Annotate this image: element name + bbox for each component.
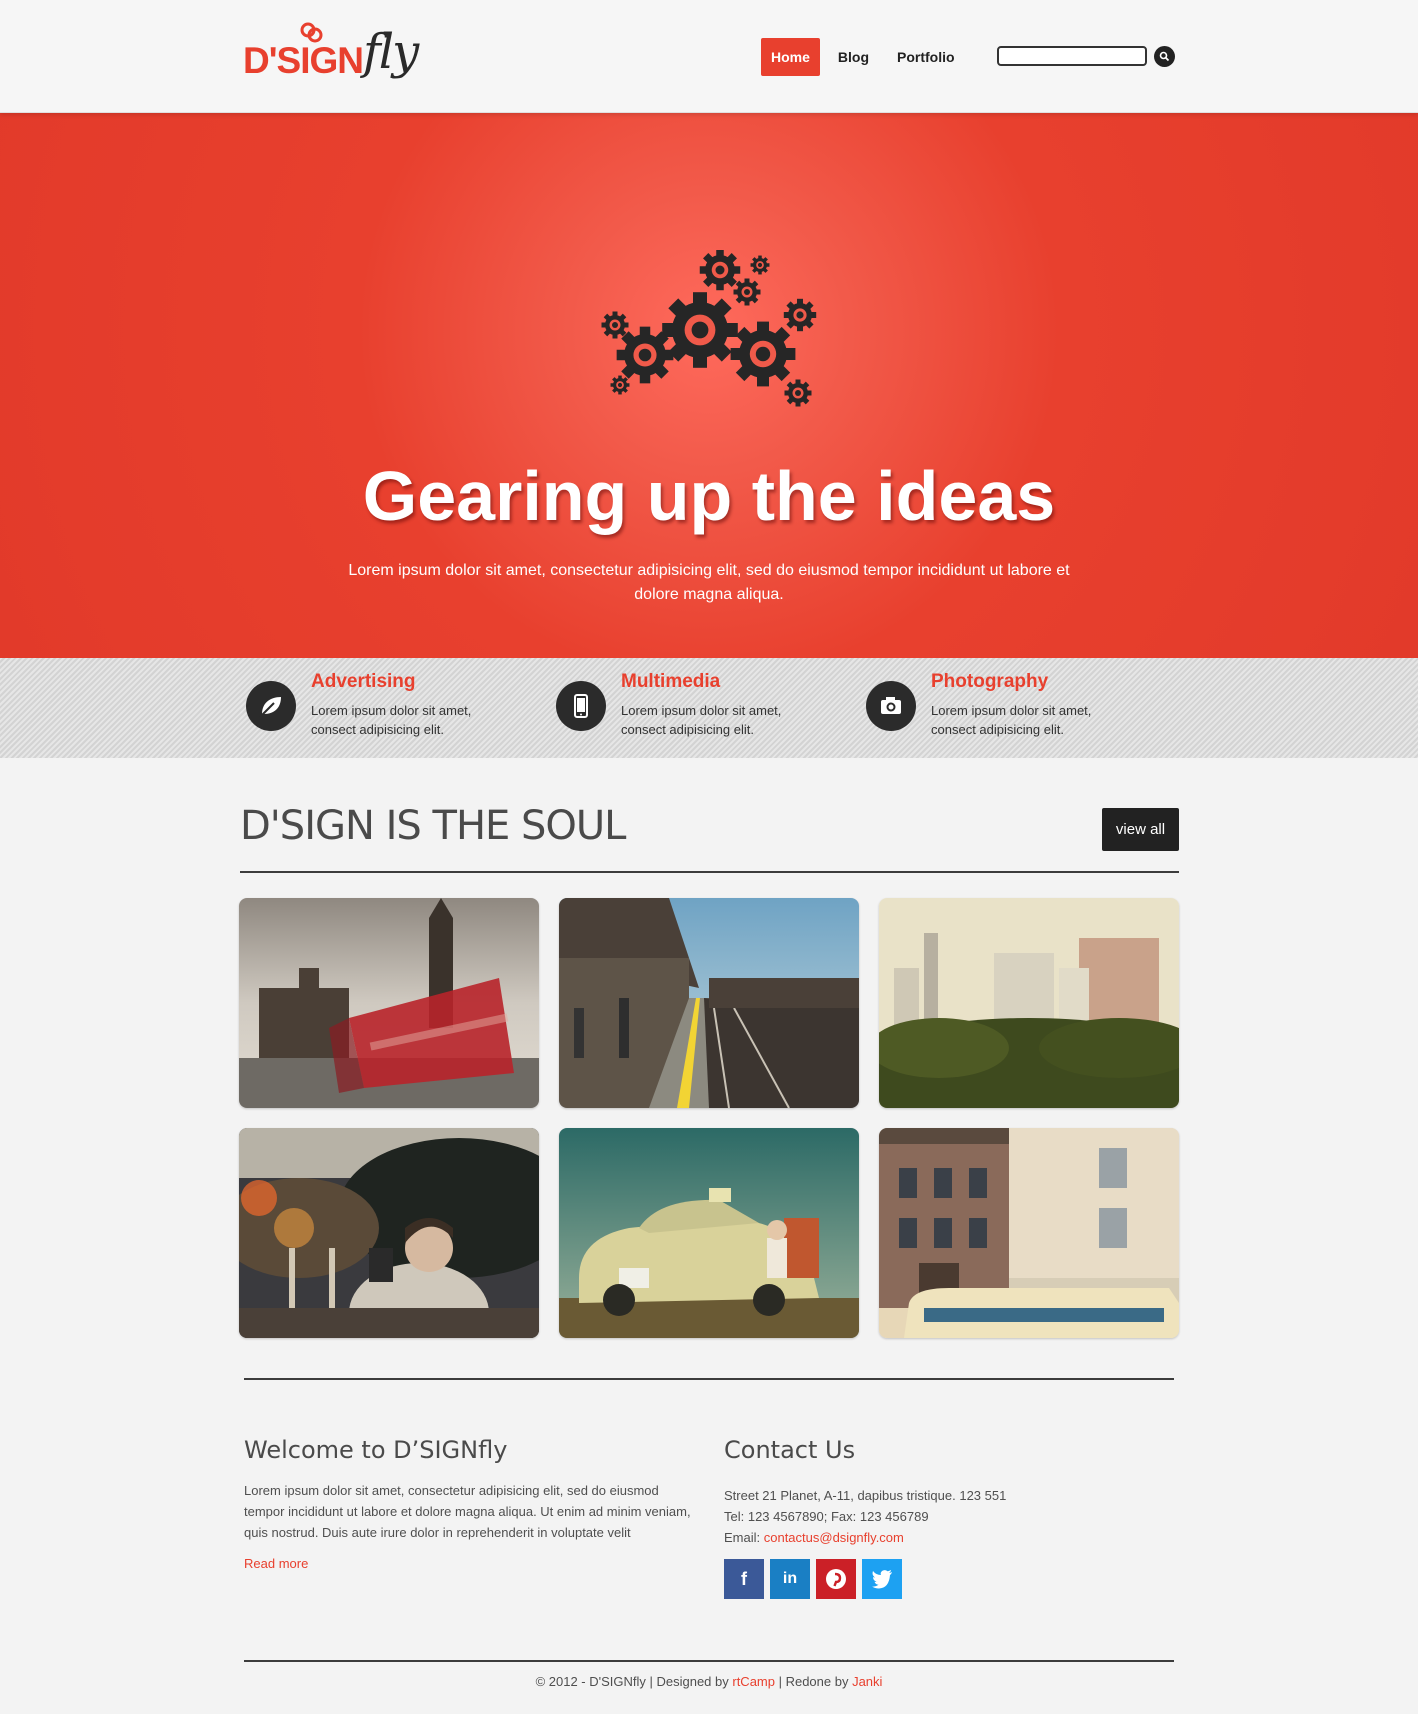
copyright: © 2012 - D'SIGNfly | Designed by rtCamp … [0, 1674, 1418, 1689]
view-all-button[interactable]: view all [1102, 808, 1179, 851]
service-text: Lorem ipsum dolor sit amet, consect adip… [621, 703, 782, 737]
nav-home[interactable]: Home [761, 38, 820, 76]
twitter-button[interactable] [862, 1559, 902, 1599]
service-photography[interactable]: Photography Lorem ipsum dolor sit amet, … [866, 671, 1126, 751]
search-icon [1159, 51, 1170, 62]
welcome-title: Welcome to D’SIGNfly [244, 1436, 508, 1464]
mobile-icon [556, 681, 606, 731]
search-button[interactable] [1154, 46, 1175, 67]
hero-banner: Gearing up the ideas Lorem ipsum dolor s… [0, 113, 1418, 658]
site-header: D'SIGN fly Home Blog Portfolio [0, 0, 1418, 113]
facebook-button[interactable]: f [724, 1559, 764, 1599]
nav-blog[interactable]: Blog [828, 38, 879, 76]
search-input[interactable] [997, 46, 1147, 66]
hero-title: Gearing up the ideas [362, 457, 1056, 535]
service-multimedia[interactable]: Multimedia Lorem ipsum dolor sit amet, c… [556, 671, 816, 751]
service-title: Advertising [311, 671, 416, 692]
portfolio-image-city-skyline[interactable] [879, 898, 1179, 1108]
service-title: Multimedia [621, 671, 721, 692]
leaf-icon [246, 681, 296, 731]
portfolio-image-street-houses[interactable] [879, 1128, 1179, 1338]
footer-divider [244, 1660, 1174, 1662]
logo-text: D'SIGN [243, 40, 364, 81]
contact-phone: Tel: 123 4567890; Fax: 123 456789 [724, 1509, 929, 1524]
email-link[interactable]: contactus@dsignfly.com [764, 1530, 904, 1545]
pinterest-icon [826, 1569, 846, 1589]
logo-script: fly [363, 24, 419, 80]
portfolio-image-train-platform[interactable] [559, 898, 859, 1108]
portfolio-title: D'SIGN IS THE SOUL [240, 803, 626, 849]
service-advertising[interactable]: Advertising Lorem ipsum dolor sit amet, … [246, 671, 506, 751]
facebook-icon: f [741, 1568, 747, 1589]
camera-icon [866, 681, 916, 731]
designer-link[interactable]: rtCamp [732, 1674, 775, 1689]
redoer-link[interactable]: Janki [852, 1674, 882, 1689]
content-divider [244, 1378, 1174, 1380]
linkedin-button[interactable]: in [770, 1559, 810, 1599]
welcome-text: Lorem ipsum dolor sit amet, consectetur … [244, 1483, 691, 1540]
portfolio-image-vintage-taxi[interactable] [559, 1128, 859, 1338]
nav-portfolio[interactable]: Portfolio [887, 38, 965, 76]
copyright-prefix: © 2012 - D'SIGNfly | Designed by [535, 1674, 733, 1689]
service-text: Lorem ipsum dolor sit amet, consect adip… [311, 703, 472, 737]
copyright-middle: | Redone by [774, 1674, 853, 1689]
pinterest-button[interactable] [816, 1559, 856, 1599]
portfolio-image-ostriches[interactable] [239, 1128, 539, 1338]
services-band: Advertising Lorem ipsum dolor sit amet, … [0, 658, 1418, 758]
twitter-icon [872, 1570, 892, 1589]
contact-address: Street 21 Planet, A-11, dapibus tristiqu… [724, 1488, 1007, 1503]
portfolio-divider [240, 871, 1179, 873]
hero-subtitle: Lorem ipsum dolor sit amet, consectetur … [348, 562, 1070, 603]
gears-icon [601, 250, 817, 407]
portfolio-image-london-bus[interactable] [239, 898, 539, 1108]
email-label: Email: [724, 1530, 764, 1545]
service-title: Photography [931, 671, 1049, 692]
read-more-link[interactable]: Read more [244, 1553, 308, 1574]
site-logo[interactable]: D'SIGN fly [243, 20, 423, 95]
linkedin-icon: in [782, 1570, 798, 1587]
contact-title: Contact Us [724, 1436, 856, 1464]
service-text: Lorem ipsum dolor sit amet, consect adip… [931, 703, 1092, 737]
contact-email-line: Email: contactus@dsignfly.com [724, 1527, 904, 1548]
main-nav: Home Blog Portfolio [761, 38, 973, 76]
